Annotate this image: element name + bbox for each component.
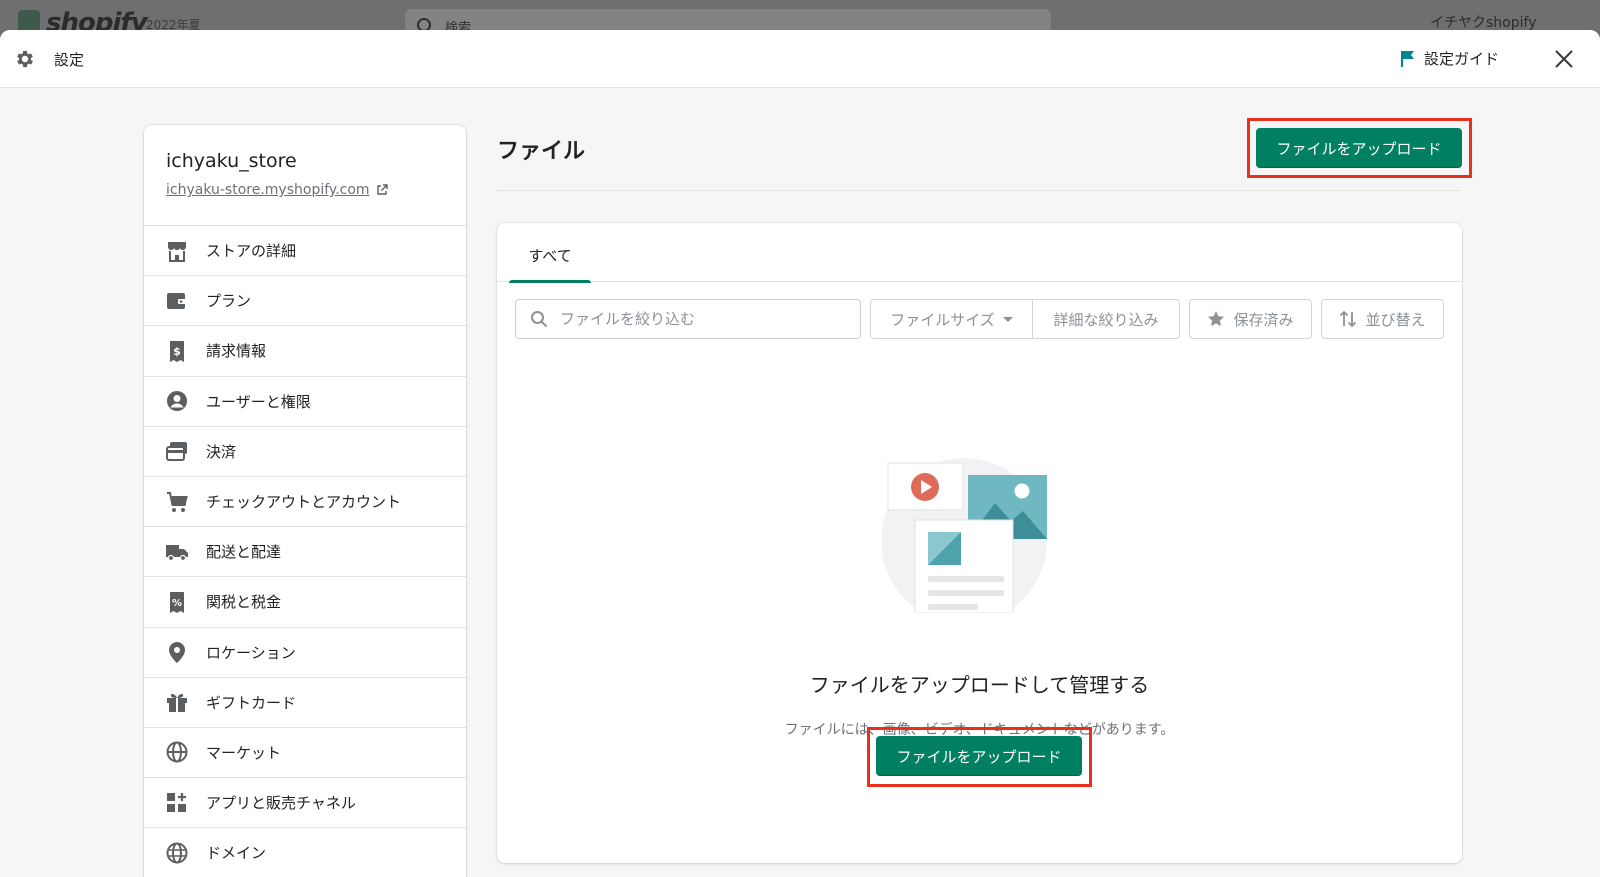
sidebar-item-domains[interactable]: ドメイン xyxy=(144,828,466,877)
payment-icon xyxy=(166,442,187,462)
file-size-filter-button[interactable]: ファイルサイズ xyxy=(871,300,1033,338)
backdrop-search: 検索 xyxy=(405,9,1051,30)
title-divider xyxy=(497,190,1461,191)
sidebar-item-billing[interactable]: $ 請求情報 xyxy=(144,326,466,377)
location-icon xyxy=(169,642,185,664)
sidebar-item-markets[interactable]: マーケット xyxy=(144,728,466,779)
page-title: ファイル xyxy=(497,139,586,164)
store-url: ichyaku-store.myshopify.com xyxy=(166,182,370,198)
backdrop-user: イチヤクshopify xyxy=(1430,15,1537,30)
sort-button[interactable]: 並び替え xyxy=(1321,299,1444,339)
empty-state-title: ファイルをアップロードして管理する xyxy=(809,673,1150,697)
shopify-logo-icon xyxy=(18,10,40,30)
sidebar-item-locations[interactable]: ロケーション xyxy=(144,628,466,678)
store-icon xyxy=(168,241,186,262)
sidebar-item-label: チェックアウトとアカウント xyxy=(206,493,402,512)
search-icon xyxy=(417,18,431,30)
sidebar-item-store-details[interactable]: ストアの詳細 xyxy=(144,226,466,277)
sidebar-item-plan[interactable]: プラン xyxy=(144,276,466,327)
more-filters-label: 詳細な絞り込み xyxy=(1053,310,1159,329)
store-name: ichyaku_store xyxy=(166,150,297,172)
filter-files-field[interactable] xyxy=(515,299,861,339)
sidebar-item-label: マーケット xyxy=(206,743,282,762)
star-icon xyxy=(1208,311,1225,327)
backdrop-subtitle: 2022年夏 xyxy=(146,18,201,30)
wallet-icon xyxy=(167,292,187,309)
sidebar-item-checkout[interactable]: チェックアウトとアカウント xyxy=(144,477,466,528)
gift-icon xyxy=(167,694,187,713)
file-size-label: ファイルサイズ xyxy=(890,310,995,329)
svg-text:%: % xyxy=(172,598,182,609)
domain-icon xyxy=(166,842,188,864)
saved-button[interactable]: 保存済み xyxy=(1189,299,1312,339)
upload-file-button-top[interactable]: ファイルをアップロード xyxy=(1256,128,1462,168)
sidebar-item-apps[interactable]: アプリと販売チャネル xyxy=(144,778,466,829)
sidebar-item-label: プラン xyxy=(206,292,252,311)
settings-modal: 設定 設定ガイド ichyaku_store ichyaku-store.mys… xyxy=(0,30,1600,877)
sidebar-item-label: 関税と税金 xyxy=(206,593,282,612)
apps-icon xyxy=(167,792,186,812)
upload-file-button-empty-state[interactable]: ファイルをアップロード xyxy=(876,736,1082,776)
filter-files-input[interactable] xyxy=(560,306,850,332)
billing-icon: $ xyxy=(170,340,184,362)
sort-label: 並び替え xyxy=(1365,310,1426,329)
modal-title: 設定 xyxy=(54,51,85,69)
tax-icon: % xyxy=(170,591,184,613)
sidebar-item-label: 請求情報 xyxy=(206,342,267,361)
tab-bar: すべて xyxy=(497,223,1462,283)
empty-state-illustration xyxy=(882,458,1047,613)
setup-guide-label: 設定ガイド xyxy=(1424,50,1500,68)
sidebar-item-label: アプリと販売チャネル xyxy=(206,794,356,813)
external-link-icon xyxy=(376,184,388,195)
tab-active-indicator xyxy=(509,280,591,283)
sidebar-item-users[interactable]: ユーザーと権限 xyxy=(144,377,466,427)
close-icon[interactable] xyxy=(1552,47,1576,71)
backdrop-brand: shopify xyxy=(46,8,148,30)
backdrop-top-bar: shopify 2022年夏 検索 イチヤクshopify xyxy=(0,0,1600,30)
store-info: ichyaku_store ichyaku-store.myshopify.co… xyxy=(144,125,466,226)
tab-all-label: すべて xyxy=(528,247,572,265)
sidebar-item-label: ギフトカード xyxy=(206,693,297,712)
modal-header: 設定 設定ガイド xyxy=(0,30,1600,88)
sidebar-item-label: 配送と配達 xyxy=(206,543,282,562)
sidebar-item-label: ストアの詳細 xyxy=(206,242,297,261)
sidebar-item-payments[interactable]: 決済 xyxy=(144,427,466,477)
caret-down-icon xyxy=(1002,316,1013,322)
sidebar-item-label: ロケーション xyxy=(206,643,296,662)
store-url-link[interactable]: ichyaku-store.myshopify.com xyxy=(166,182,444,198)
setup-guide-link[interactable]: 設定ガイド xyxy=(1400,48,1499,69)
sidebar-item-taxes[interactable]: % 関税と税金 xyxy=(144,577,466,628)
flag-icon xyxy=(1401,50,1414,67)
backdrop-search-placeholder: 検索 xyxy=(445,21,472,30)
user-icon xyxy=(167,391,187,412)
globe-icon xyxy=(166,741,188,763)
gear-icon xyxy=(17,50,33,68)
sidebar-item-label: ドメイン xyxy=(206,844,267,863)
cart-icon xyxy=(167,491,188,512)
sidebar-item-label: ユーザーと権限 xyxy=(206,392,311,411)
saved-label: 保存済み xyxy=(1233,310,1294,329)
svg-text:$: $ xyxy=(173,345,181,358)
filter-button-group: ファイルサイズ 詳細な絞り込み xyxy=(870,299,1180,339)
search-icon xyxy=(531,311,548,328)
settings-sidebar: ichyaku_store ichyaku-store.myshopify.co… xyxy=(144,125,466,877)
sort-icon xyxy=(1340,310,1357,328)
sidebar-item-label: 決済 xyxy=(206,442,237,461)
sidebar-item-gift-cards[interactable]: ギフトカード xyxy=(144,678,466,728)
sidebar-item-shipping[interactable]: 配送と配達 xyxy=(144,527,466,578)
more-filters-button[interactable]: 詳細な絞り込み xyxy=(1033,300,1179,338)
truck-icon xyxy=(166,544,188,561)
tab-all[interactable]: すべて xyxy=(509,223,591,283)
